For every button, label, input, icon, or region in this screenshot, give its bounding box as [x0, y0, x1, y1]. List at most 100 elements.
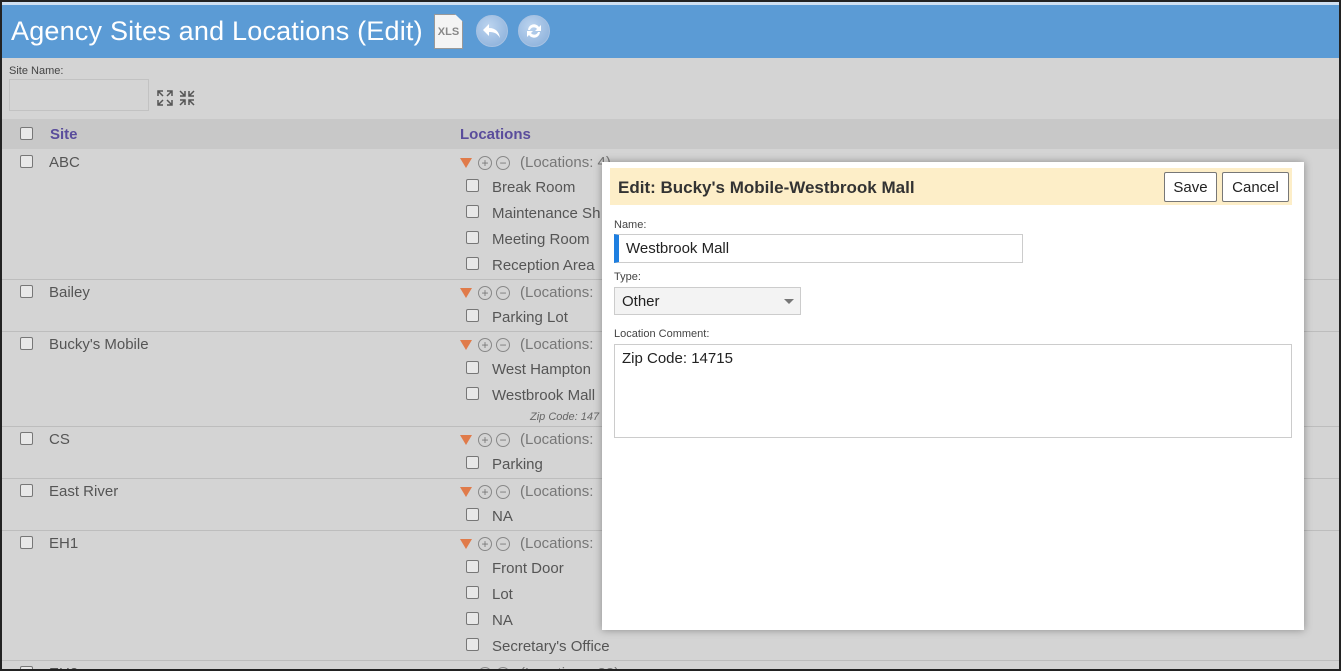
collapse-toggle-icon[interactable] [460, 486, 472, 497]
location-item: Break Room [492, 179, 576, 196]
select-all-checkbox[interactable] [20, 127, 33, 140]
site-name: Bucky's Mobile [49, 336, 149, 353]
name-label: Name: [614, 219, 647, 231]
location-checkbox[interactable] [466, 638, 479, 651]
location-item: NA [492, 508, 513, 525]
location-checkbox[interactable] [466, 179, 479, 192]
location-checkbox[interactable] [466, 612, 479, 625]
locations-count-prefix: (Locations: [520, 284, 594, 301]
locations-group-header: + − (Locations: [460, 284, 593, 301]
site-name: Bailey [49, 284, 90, 301]
location-checkbox[interactable] [466, 309, 479, 322]
site-name-filter-input[interactable] [9, 79, 149, 111]
save-button[interactable]: Save [1164, 172, 1217, 202]
export-xls-icon[interactable]: XLS [434, 14, 463, 49]
locations-count: (Locations: [520, 431, 593, 448]
locations-count-prefix: (Locations: [520, 154, 598, 171]
collapse-toggle-icon[interactable] [460, 157, 472, 168]
location-comment-textarea[interactable]: Zip Code: 14715 [614, 344, 1292, 438]
site-row-checkbox[interactable] [20, 337, 33, 350]
locations-count-prefix: (Locations: [520, 535, 594, 552]
locations-count: (Locations: [520, 483, 593, 500]
type-select[interactable]: Other [614, 287, 801, 315]
locations-count: (Locations: [520, 535, 593, 552]
site-row-checkbox[interactable] [20, 432, 33, 445]
location-item: Front Door [492, 560, 564, 577]
location-checkbox[interactable] [466, 586, 479, 599]
add-location-icon[interactable]: + [478, 155, 492, 170]
expand-all-icon[interactable] [157, 90, 173, 106]
site-name: CS [49, 431, 70, 448]
collapse-toggle-icon[interactable] [460, 538, 472, 549]
location-item: West Hampton [492, 361, 591, 378]
collapse-toggle-icon[interactable] [460, 287, 472, 298]
add-location-icon[interactable]: + [478, 536, 492, 551]
location-item: NA [492, 612, 513, 629]
app-window: Agency Sites and Locations (Edit) XLS Si… [0, 0, 1341, 671]
row-separator [2, 660, 1339, 661]
locations-group-header: + − (Locations: [460, 431, 593, 448]
collapse-toggle-icon[interactable] [460, 434, 472, 445]
refresh-button[interactable] [518, 15, 550, 47]
locations-count: (Locations: [520, 336, 593, 353]
locations-group-header: + − (Locations: 33) [460, 665, 620, 669]
location-checkbox[interactable] [466, 456, 479, 469]
location-item: Maintenance Sh [492, 205, 601, 222]
collapse-toggle-icon[interactable] [460, 339, 472, 350]
location-item: Westbrook Mall [492, 387, 596, 404]
location-checkbox[interactable] [466, 231, 479, 244]
locations-count-prefix: (Locations: [520, 431, 594, 448]
site-row-checkbox[interactable] [20, 666, 33, 669]
dialog-title: Edit: Bucky's Mobile-Westbrook Mall [618, 178, 915, 197]
site-row-checkbox[interactable] [20, 536, 33, 549]
location-item: Meeting Room [492, 231, 590, 248]
remove-location-icon[interactable]: − [496, 484, 510, 499]
undo-button[interactable] [476, 15, 508, 47]
cancel-button[interactable]: Cancel [1222, 172, 1289, 202]
locations-column-header[interactable]: Locations [460, 126, 531, 143]
location-comment-label: Location Comment: [614, 328, 710, 340]
location-comment-note: Zip Code: 147 [530, 411, 600, 423]
site-name: EH2 [49, 665, 78, 669]
site-row-checkbox[interactable] [20, 155, 33, 168]
name-input[interactable] [614, 234, 1023, 263]
location-checkbox[interactable] [466, 508, 479, 521]
grid-header: Site Locations [2, 119, 1339, 149]
locations-count-prefix: (Locations: [520, 483, 594, 500]
type-selected-value: Other [622, 293, 660, 310]
site-name: East River [49, 483, 119, 500]
locations-count: (Locations: 4) [520, 154, 611, 171]
type-label: Type: [614, 271, 641, 283]
remove-location-icon[interactable]: − [496, 155, 510, 170]
locations-count-prefix: (Locations: [520, 665, 598, 669]
location-item: Lot [492, 586, 513, 603]
remove-location-icon[interactable]: − [496, 337, 510, 352]
locations-count: (Locations: [520, 284, 593, 301]
site-column-header[interactable]: Site [50, 126, 78, 143]
location-checkbox[interactable] [466, 387, 479, 400]
location-checkbox[interactable] [466, 560, 479, 573]
remove-location-icon[interactable]: − [496, 536, 510, 551]
title-bar: Agency Sites and Locations (Edit) XLS [2, 2, 1339, 58]
remove-location-icon[interactable]: − [496, 666, 510, 669]
locations-group-header: + − (Locations: [460, 483, 593, 500]
location-item: Parking [492, 456, 543, 473]
refresh-icon [527, 24, 541, 38]
add-location-icon[interactable]: + [478, 285, 492, 300]
locations-count-value: 33) [598, 665, 620, 669]
location-checkbox[interactable] [466, 257, 479, 270]
location-checkbox[interactable] [466, 205, 479, 218]
add-location-icon[interactable]: + [478, 432, 492, 447]
location-checkbox[interactable] [466, 361, 479, 374]
add-location-icon[interactable]: + [478, 337, 492, 352]
site-name: ABC [49, 154, 80, 171]
collapse-all-icon[interactable] [179, 90, 195, 106]
locations-group-header: +−(Locations: 4) [460, 154, 611, 171]
site-row-checkbox[interactable] [20, 484, 33, 497]
site-row-checkbox[interactable] [20, 285, 33, 298]
remove-location-icon[interactable]: − [496, 285, 510, 300]
add-location-icon[interactable]: + [478, 666, 492, 669]
add-location-icon[interactable]: + [478, 484, 492, 499]
location-item: Reception Area [492, 257, 595, 274]
remove-location-icon[interactable]: − [496, 432, 510, 447]
